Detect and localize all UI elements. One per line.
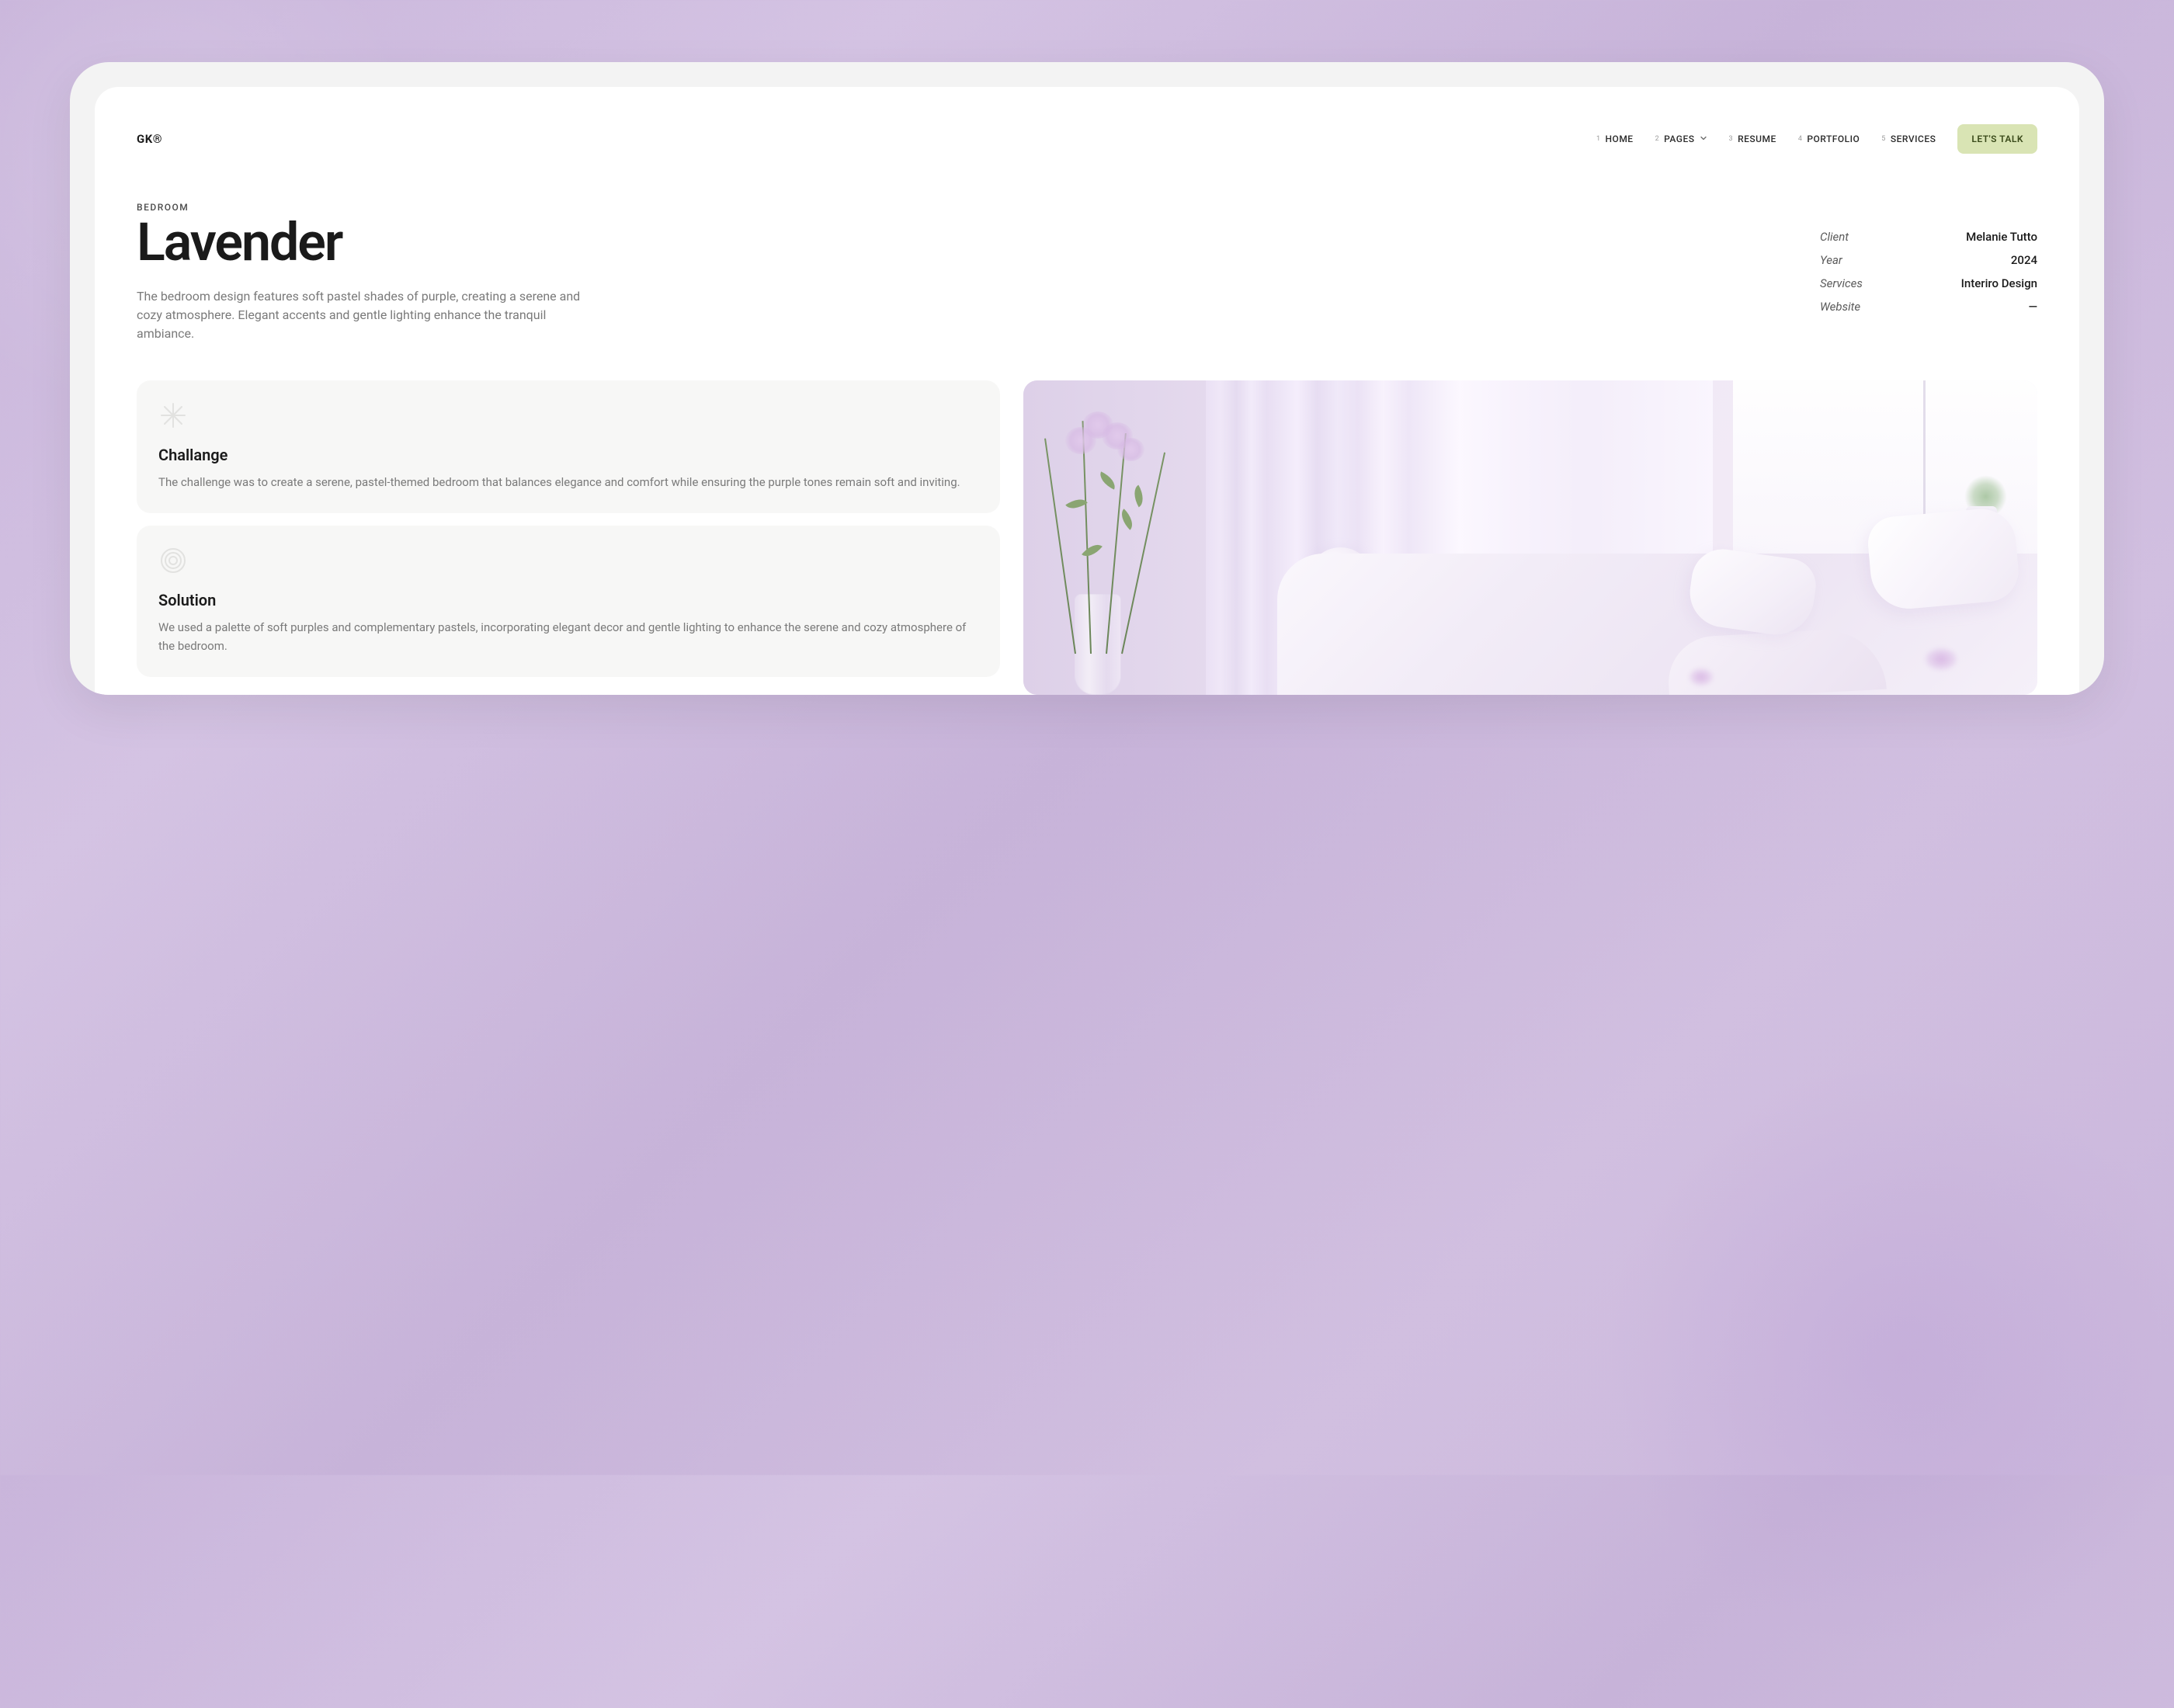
card-title: Challange	[158, 446, 978, 464]
nav-number: 5	[1881, 135, 1886, 143]
hero-left: BEDROOM Lavender The bedroom design feat…	[137, 202, 603, 343]
asterisk-icon	[158, 401, 978, 433]
top-navigation: GK® 1 HOME 2 PAGES 3 RESUME	[137, 124, 2037, 154]
outer-card: GK® 1 HOME 2 PAGES 3 RESUME	[70, 62, 2104, 695]
nav-label: HOME	[1606, 134, 1634, 144]
nav-label: SERVICES	[1891, 134, 1936, 144]
meta-value: —	[2028, 300, 2037, 314]
page-description: The bedroom design features soft pastel …	[137, 287, 603, 343]
meta-value: Interiro Design	[1961, 276, 2037, 290]
nav-pages[interactable]: 2 PAGES	[1655, 134, 1707, 144]
meta-row-client: Client Melanie Tutto	[1820, 230, 2037, 244]
meta-label: Website	[1820, 300, 1860, 314]
hero-section: BEDROOM Lavender The bedroom design feat…	[137, 202, 2037, 343]
nav-resume[interactable]: 3 RESUME	[1729, 134, 1776, 144]
nav-label: PORTFOLIO	[1807, 134, 1860, 144]
nav-number: 3	[1729, 135, 1734, 143]
cards-column: Challange The challenge was to create a …	[137, 380, 1000, 677]
card-title: Solution	[158, 591, 978, 609]
nav-services[interactable]: 5 SERVICES	[1881, 134, 1936, 144]
nav-home[interactable]: 1 HOME	[1596, 134, 1634, 144]
meta-label: Client	[1820, 230, 1849, 244]
meta-label: Year	[1820, 253, 1842, 267]
meta-row-year: Year 2024	[1820, 253, 2037, 267]
nav-number: 4	[1798, 135, 1803, 143]
circles-icon	[158, 546, 978, 578]
meta-row-services: Services Interiro Design	[1820, 276, 2037, 290]
meta-value: 2024	[2011, 253, 2037, 267]
nav-number: 2	[1655, 135, 1660, 143]
solution-card: Solution We used a palette of soft purpl…	[137, 526, 1000, 677]
nav-links: 1 HOME 2 PAGES 3 RESUME 4 PORTFOLIO	[1596, 124, 2037, 154]
project-meta: Client Melanie Tutto Year 2024 Services …	[1820, 230, 2037, 323]
logo[interactable]: GK®	[137, 132, 162, 146]
meta-row-website: Website —	[1820, 300, 2037, 314]
meta-value: Melanie Tutto	[1966, 230, 2037, 244]
chevron-down-icon	[1700, 134, 1707, 144]
page-title: Lavender	[137, 216, 603, 269]
nav-number: 1	[1596, 135, 1601, 143]
nav-label: RESUME	[1738, 134, 1776, 144]
nav-label: PAGES	[1664, 134, 1694, 144]
nav-portfolio[interactable]: 4 PORTFOLIO	[1798, 134, 1860, 144]
content-row: Challange The challenge was to create a …	[137, 380, 2037, 695]
project-image	[1023, 380, 2037, 695]
lets-talk-button[interactable]: LET'S TALK	[1957, 124, 2037, 154]
card-body: We used a palette of soft purples and co…	[158, 619, 978, 655]
meta-label: Services	[1820, 276, 1863, 290]
inner-card: GK® 1 HOME 2 PAGES 3 RESUME	[95, 87, 2079, 695]
card-body: The challenge was to create a serene, pa…	[158, 474, 978, 491]
challenge-card: Challange The challenge was to create a …	[137, 380, 1000, 513]
